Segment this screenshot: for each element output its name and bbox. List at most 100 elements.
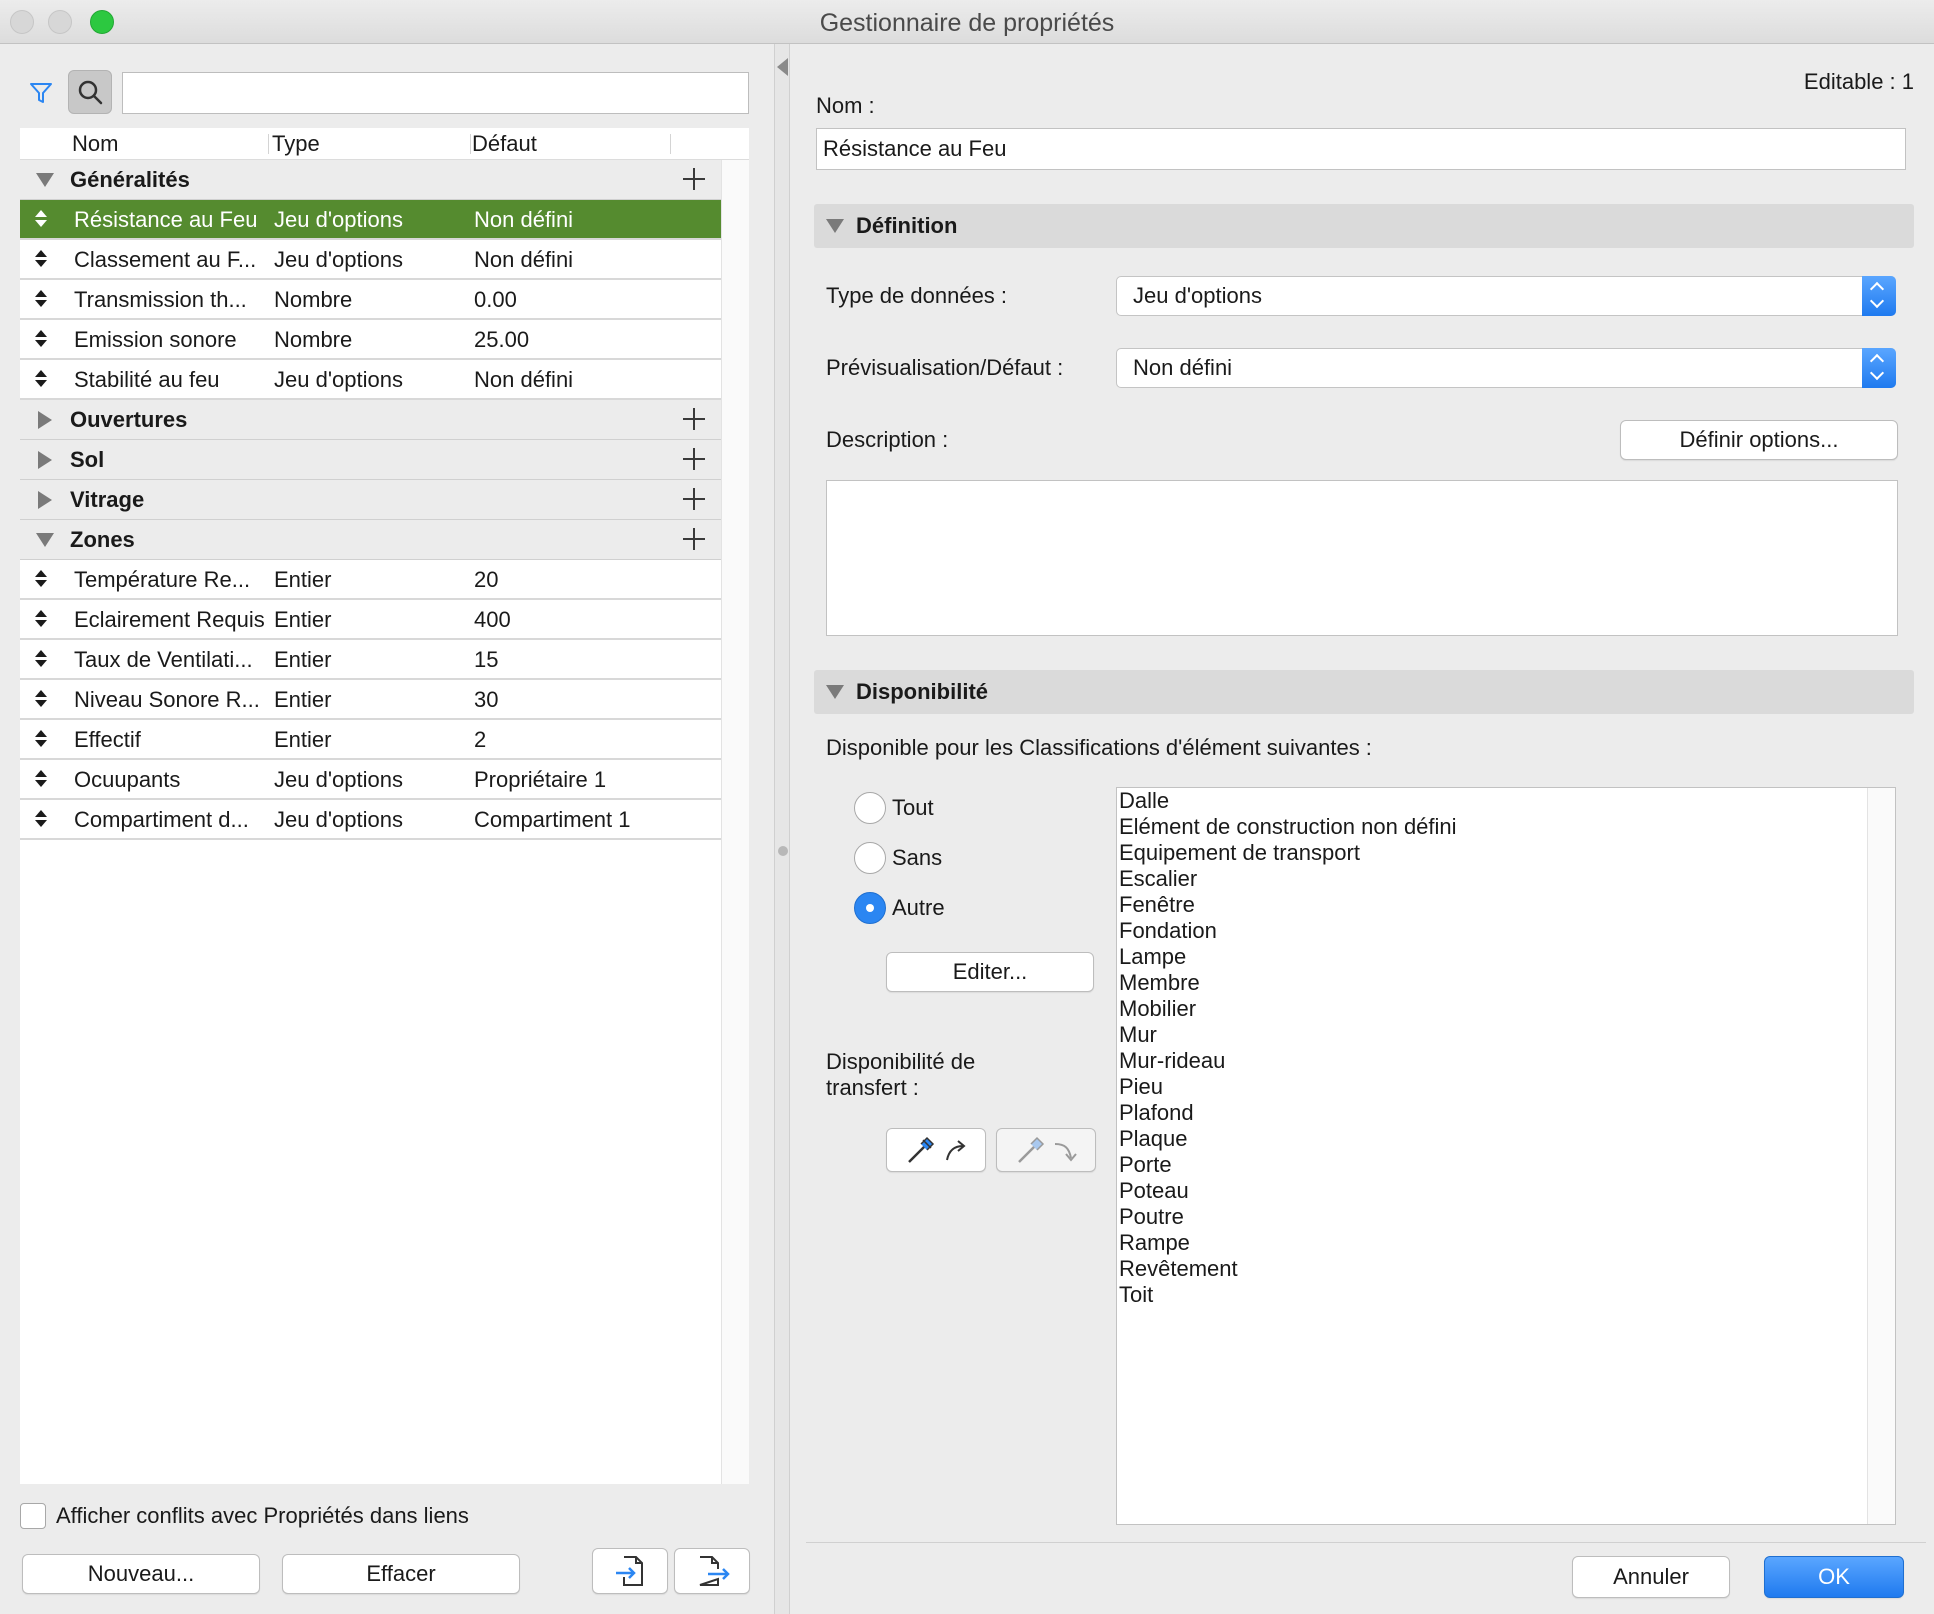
filter-icon[interactable] [28,80,54,106]
radio-other[interactable] [854,892,886,924]
classification-list[interactable]: Dalle Elément de construction non défini E… [1116,787,1896,1525]
list-item[interactable]: Dalle [1119,788,1859,814]
table-row[interactable]: Classement au F... Jeu d'options Non défin… [20,240,721,280]
table-row[interactable]: Ocuupants Jeu d'options Propriétaire 1 [20,760,721,800]
list-item[interactable]: Fondation [1119,918,1859,944]
table-scrollbar[interactable] [721,160,749,1484]
define-options-button[interactable]: Définir options... [1620,420,1898,460]
group-header[interactable]: Vitrage [20,480,721,520]
list-item[interactable]: Poutre [1119,1204,1859,1230]
disclosure-triangle-right-icon[interactable] [38,451,52,469]
column-header-default[interactable]: Défaut [472,128,537,160]
add-property-icon[interactable] [681,486,707,512]
table-row[interactable]: Compartiment d... Jeu d'options Compartime… [20,800,721,840]
column-header-name[interactable]: Nom [72,128,118,160]
table-row[interactable]: Taux de Ventilati... Entier 15 [20,640,721,680]
reorder-handle-icon[interactable] [34,808,48,830]
list-item[interactable]: Mobilier [1119,996,1859,1022]
table-row[interactable]: Niveau Sonore R... Entier 30 [20,680,721,720]
disclosure-triangle-right-icon[interactable] [38,411,52,429]
list-item[interactable]: Lampe [1119,944,1859,970]
availability-section-header[interactable]: Disponibilité [814,670,1914,714]
table-row[interactable]: Eclairement Requis Entier 400 [20,600,721,640]
export-button[interactable] [674,1548,750,1594]
reorder-handle-icon[interactable] [34,328,48,350]
ok-button[interactable]: OK [1764,1556,1904,1598]
search-input[interactable] [122,72,749,114]
list-item[interactable]: Mur [1119,1022,1859,1048]
reorder-handle-icon[interactable] [34,368,48,390]
table-row[interactable]: Stabilité au feu Jeu d'options Non défini [20,360,721,400]
radio-all[interactable] [854,792,886,824]
import-button[interactable] [592,1548,668,1594]
reorder-handle-icon[interactable] [34,288,48,310]
table-body: Généralités Résistance au Feu Jeu d'option… [20,160,721,840]
table-row[interactable]: Température Re... Entier 20 [20,560,721,600]
cancel-button[interactable]: Annuler [1572,1556,1730,1598]
reorder-handle-icon[interactable] [34,648,48,670]
definition-section-header[interactable]: Définition [814,204,1914,248]
description-textarea[interactable] [826,480,1898,636]
list-item[interactable]: Mur-rideau [1119,1048,1859,1074]
edit-classifications-button[interactable]: Editer... [886,952,1094,992]
classification-scrollbar[interactable] [1867,788,1895,1524]
splitter-handle[interactable] [778,846,788,856]
reorder-handle-icon[interactable] [34,688,48,710]
radio-none-label: Sans [892,845,943,870]
list-item[interactable]: Rampe [1119,1230,1859,1256]
transfer-pick-up-button[interactable] [886,1128,986,1172]
datatype-select[interactable]: Jeu d'options [1116,276,1896,316]
search-button[interactable] [68,70,112,114]
table-row[interactable]: Effectif Entier 2 [20,720,721,760]
disclosure-triangle-right-icon[interactable] [38,491,52,509]
list-item[interactable]: Poteau [1119,1178,1859,1204]
add-property-icon[interactable] [681,406,707,432]
delete-button[interactable]: Effacer [282,1554,520,1594]
reorder-handle-icon[interactable] [34,208,48,230]
availability-intro: Disponible pour les Classifications d'él… [826,735,1372,760]
group-header[interactable]: Généralités [20,160,721,200]
list-item[interactable]: Revêtement [1119,1256,1859,1282]
group-header[interactable]: Ouvertures [20,400,721,440]
list-item[interactable]: Porte [1119,1152,1859,1178]
add-property-icon[interactable] [681,526,707,552]
property-default: Propriétaire 1 [474,767,607,792]
conflict-checkbox[interactable] [20,1503,46,1529]
list-item[interactable]: Toit [1119,1282,1859,1308]
preview-default-select[interactable]: Non défini [1116,348,1896,388]
column-header-type[interactable]: Type [272,128,320,160]
transfer-inject-button[interactable] [996,1128,1096,1172]
reorder-handle-icon[interactable] [34,728,48,750]
add-property-icon[interactable] [681,446,707,472]
reorder-handle-icon[interactable] [34,568,48,590]
property-default: 20 [474,567,499,592]
list-item[interactable]: Equipement de transport [1119,840,1859,866]
disclosure-triangle-down-icon[interactable] [36,533,54,547]
list-item[interactable]: Plaque [1119,1126,1859,1152]
new-button[interactable]: Nouveau... [22,1554,260,1594]
group-header[interactable]: Zones [20,520,721,560]
table-row[interactable]: Transmission th... Nombre 0.00 [20,280,721,320]
panel-splitter[interactable] [774,44,790,1614]
name-field[interactable]: Résistance au Feu [816,128,1906,170]
property-type: Entier [274,567,332,592]
collapse-arrow-icon[interactable] [777,58,788,76]
window-title: Gestionnaire de propriétés [819,9,1115,37]
reorder-handle-icon[interactable] [34,768,48,790]
description-label: Description : [826,427,949,452]
list-item[interactable]: Fenêtre [1119,892,1859,918]
group-header[interactable]: Sol [20,440,721,480]
list-item[interactable]: Escalier [1119,866,1859,892]
list-item[interactable]: Membre [1119,970,1859,996]
disclosure-triangle-down-icon[interactable] [36,173,54,187]
property-name: Taux de Ventilati... [74,647,253,672]
radio-none[interactable] [854,842,886,874]
table-row[interactable]: Résistance au Feu Jeu d'options Non défini [20,200,721,240]
table-row[interactable]: Emission sonore Nombre 25.00 [20,320,721,360]
reorder-handle-icon[interactable] [34,248,48,270]
add-property-icon[interactable] [681,166,707,192]
list-item[interactable]: Pieu [1119,1074,1859,1100]
list-item[interactable]: Plafond [1119,1100,1859,1126]
reorder-handle-icon[interactable] [34,608,48,630]
list-item[interactable]: Elément de construction non défini [1119,814,1859,840]
